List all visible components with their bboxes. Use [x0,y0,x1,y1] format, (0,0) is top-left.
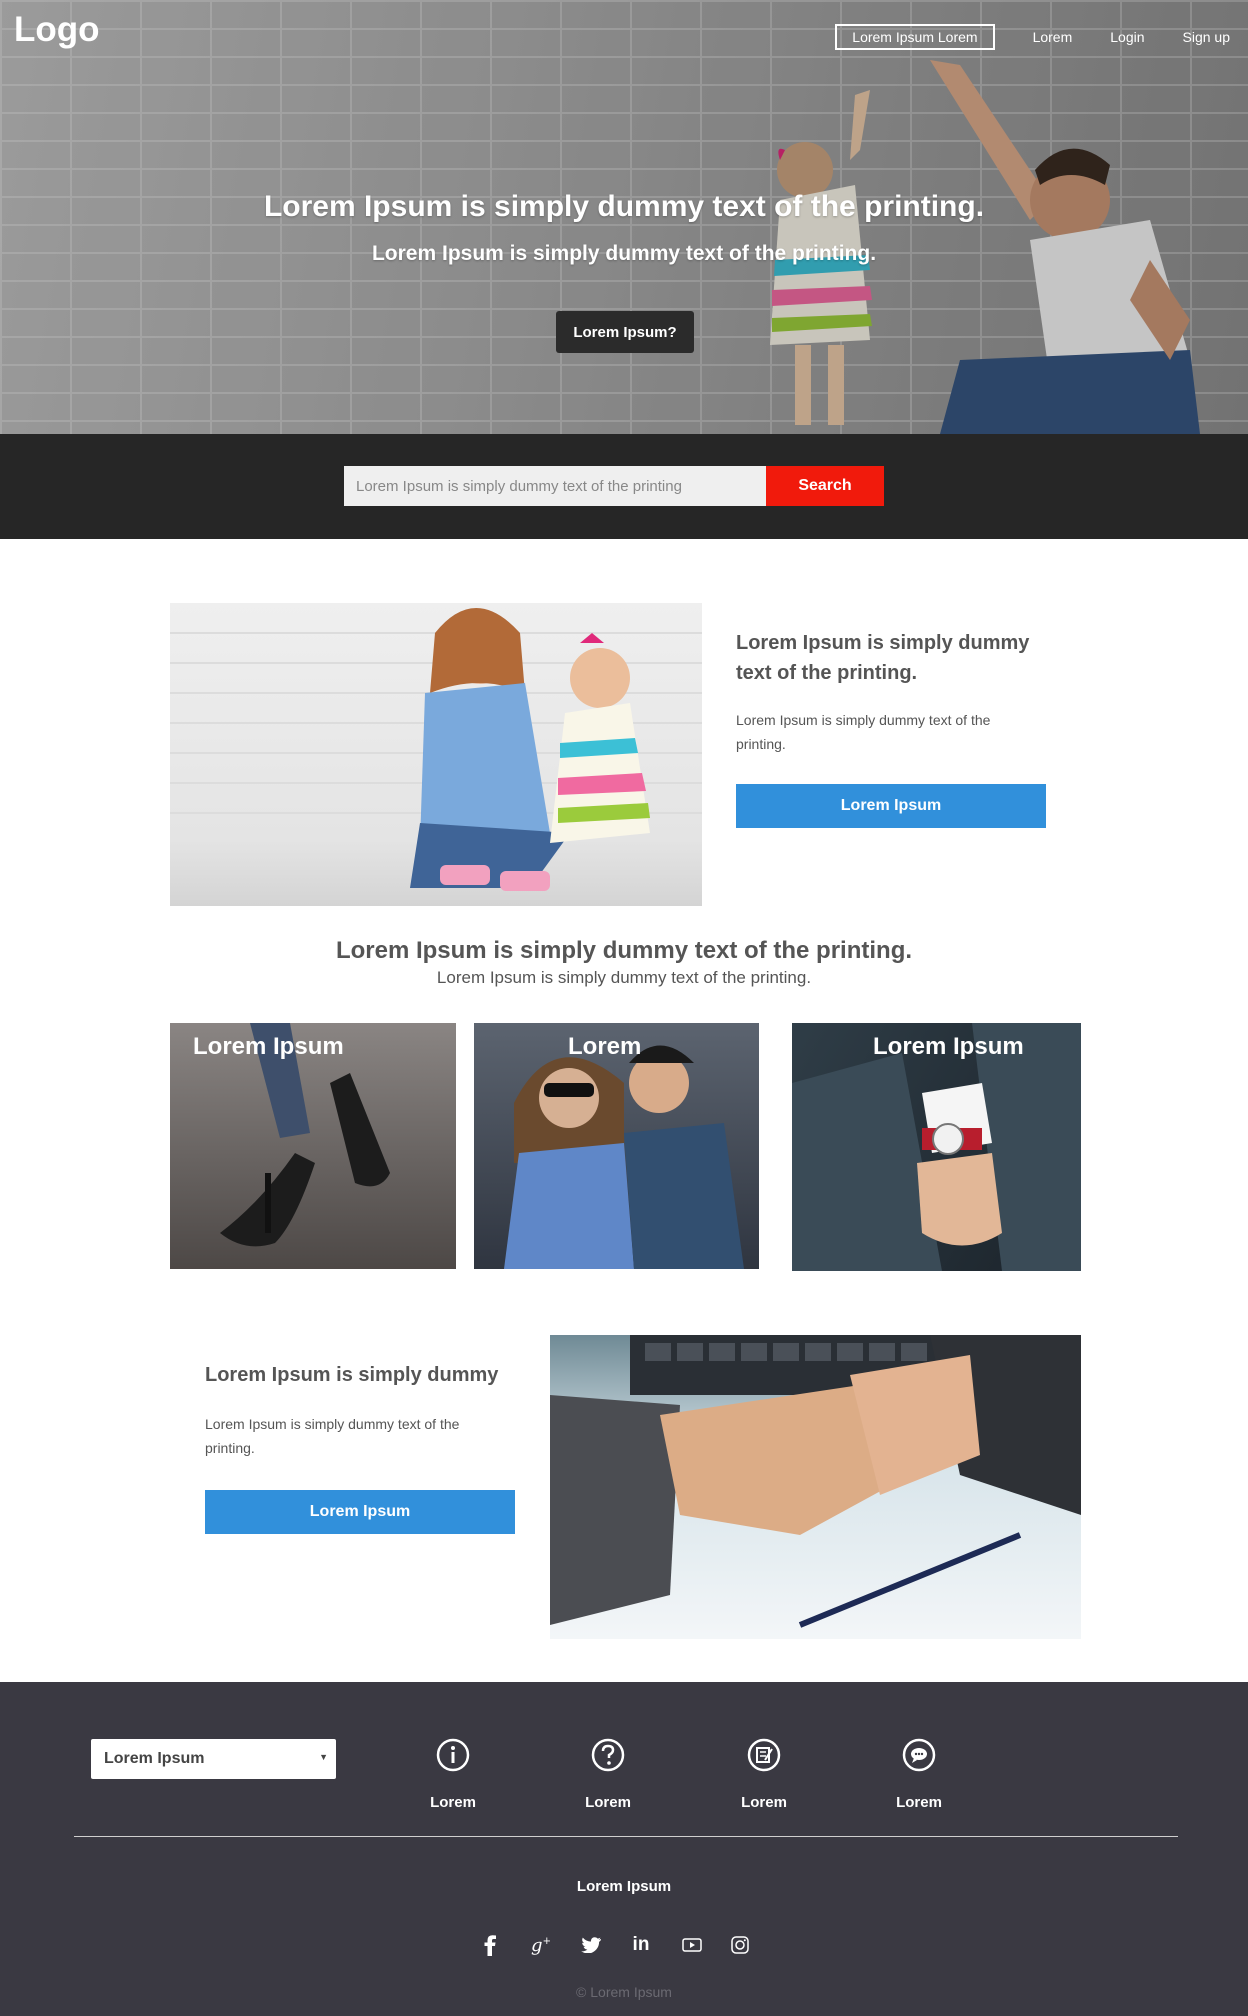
card-label: Lorem [568,1033,642,1060]
footer-dropdown-value: Lorem Ipsum [104,1750,205,1767]
facebook-icon[interactable] [477,1932,503,1958]
card-label: Lorem Ipsum [873,1033,1024,1060]
linkedin-icon[interactable]: in [628,1932,654,1958]
hero-cta-button[interactable]: Lorem Ipsum? [556,311,694,353]
footer [0,1682,1248,2016]
logo[interactable]: Logo [14,10,100,50]
info-icon[interactable] [436,1738,470,1772]
search-input[interactable]: Lorem Ipsum is simply dummy text of the … [344,466,766,506]
chevron-down-icon: ▼ [319,1752,328,1762]
chat-icon[interactable] [902,1738,936,1772]
question-icon[interactable] [591,1738,625,1772]
edit-icon[interactable] [747,1738,781,1772]
hero-title: Lorem Ipsum is simply dummy text of the … [263,190,985,223]
nav-item-signup[interactable]: Sign up [1183,29,1230,45]
feature-image-mother-daughter [170,603,702,906]
section2-title: Lorem Ipsum is simply dummy text of the … [335,937,913,964]
category-card-fashion[interactable]: Lorem [474,1023,759,1269]
youtube-icon[interactable] [679,1932,705,1958]
main-nav: Lorem Ipsum Lorem Lorem Login Sign up [835,24,1230,50]
twitter-icon[interactable] [578,1932,604,1958]
footer-divider [74,1836,1178,1837]
footer-link-edit[interactable]: Lorem [714,1794,814,1811]
footer-link-info[interactable]: Lorem [403,1794,503,1811]
footer-link-help[interactable]: Lorem [558,1794,658,1811]
feature2-title: Lorem Ipsum is simply dummy [205,1364,499,1386]
nav-item-login[interactable]: Login [1110,29,1144,45]
section2-subtitle: Lorem Ipsum is simply dummy text of the … [436,968,812,987]
hero-subtitle: Lorem Ipsum is simply dummy text of the … [371,242,877,265]
nav-item-lorem[interactable]: Lorem [1033,29,1073,45]
nav-item-lorem-ipsum-lorem[interactable]: Lorem Ipsum Lorem [835,24,995,50]
hero-banner: Logo Lorem Ipsum Lorem Lorem Login Sign … [0,0,1248,434]
search-button[interactable]: Search [766,466,884,506]
feature1-button[interactable]: Lorem Ipsum [736,784,1046,828]
footer-link-chat[interactable]: Lorem [869,1794,969,1811]
feature-image-handshake [550,1335,1081,1639]
footer-brand: Lorem Ipsum [576,1878,672,1895]
instagram-icon[interactable] [727,1932,753,1958]
feature2-text: Lorem Ipsum is simply dummy text of the … [205,1416,460,1456]
copyright: © Lorem Ipsum [576,1984,672,2000]
category-card-watch[interactable]: Lorem Ipsum [792,1023,1081,1271]
category-card-shoes[interactable]: Lorem Ipsum [170,1023,456,1269]
google-plus-icon[interactable]: g+ [528,1932,554,1958]
feature2-button[interactable]: Lorem Ipsum [205,1490,515,1534]
card-label: Lorem Ipsum [193,1033,344,1060]
footer-dropdown[interactable]: Lorem Ipsum ▼ [91,1739,336,1779]
feature1-text: Lorem Ipsum is simply dummy text of the … [736,712,991,752]
feature1-title: Lorem Ipsum is simply dummy text of the … [736,632,1030,684]
